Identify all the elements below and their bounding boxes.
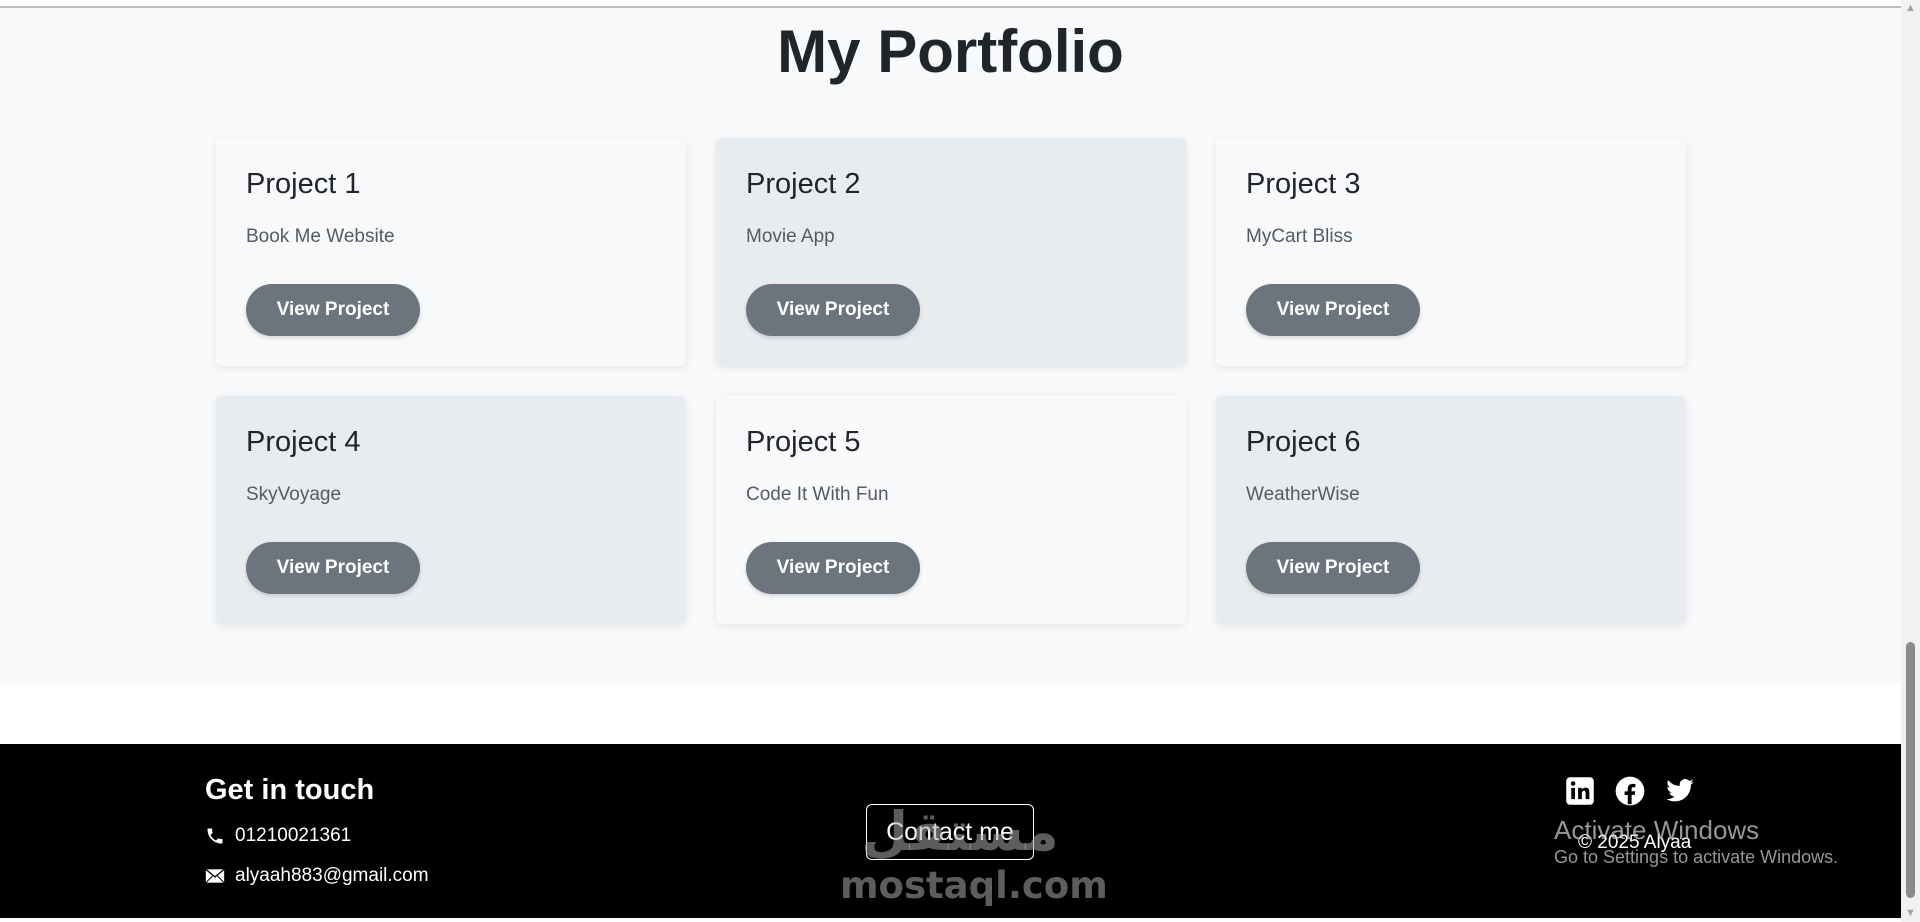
project-description: Code It With Fun — [746, 484, 889, 505]
project-card-1: Project 1 Book Me Website View Project — [216, 138, 686, 366]
view-project-button[interactable]: View Project — [246, 284, 420, 336]
footer-heading: Get in touch — [205, 774, 375, 806]
project-card-3: Project 3 MyCart Bliss View Project — [1216, 138, 1686, 366]
project-card-5: Project 5 Code It With Fun View Project — [716, 396, 1186, 624]
project-title: Project 2 — [746, 168, 861, 200]
page-title: My Portfolio — [777, 18, 1124, 85]
twitter-icon[interactable] — [1665, 776, 1695, 811]
project-title: Project 3 — [1246, 168, 1361, 200]
scroll-thumb[interactable] — [1906, 642, 1915, 898]
project-card-6: Project 6 WeatherWise View Project — [1216, 396, 1686, 624]
footer: Get in touch 01210021361 alyaah883@gmail… — [0, 744, 1901, 918]
project-description: SkyVoyage — [246, 484, 342, 505]
phone-contact: 01210021361 — [205, 825, 351, 847]
view-project-button[interactable]: View Project — [746, 284, 920, 336]
envelope-icon — [205, 868, 225, 884]
phone-icon — [207, 828, 223, 844]
portfolio-section: My Portfolio Project 1 Book Me Website V… — [0, 8, 1901, 684]
view-project-button[interactable]: View Project — [246, 542, 420, 594]
project-title: Project 4 — [246, 426, 361, 458]
phone-number: 01210021361 — [235, 825, 352, 846]
view-project-button[interactable]: View Project — [1246, 284, 1420, 336]
project-description: Movie App — [746, 226, 835, 247]
copyright-text: © 2025 Alyaa — [1578, 832, 1692, 853]
view-project-button[interactable]: View Project — [1246, 542, 1420, 594]
vertical-scrollbar[interactable]: ▲ ▼ — [1901, 0, 1920, 922]
project-description: Book Me Website — [246, 226, 395, 247]
project-card-2: Project 2 Movie App View Project — [716, 138, 1186, 366]
email-contact: alyaah883@gmail.com — [205, 865, 429, 887]
view-project-button[interactable]: View Project — [746, 542, 920, 594]
email-address: alyaah883@gmail.com — [235, 865, 429, 886]
facebook-icon[interactable] — [1615, 776, 1645, 811]
scroll-up-icon[interactable]: ▲ — [1901, 0, 1920, 17]
project-title: Project 1 — [246, 168, 361, 200]
project-description: WeatherWise — [1246, 484, 1360, 505]
linkedin-icon[interactable] — [1565, 776, 1595, 811]
contact-me-button[interactable]: Contact me — [866, 804, 1034, 860]
project-description: MyCart Bliss — [1246, 226, 1353, 247]
project-title: Project 6 — [1246, 426, 1361, 458]
project-card-4: Project 4 SkyVoyage View Project — [216, 396, 686, 624]
scroll-down-icon[interactable]: ▼ — [1901, 905, 1920, 922]
project-title: Project 5 — [746, 426, 861, 458]
